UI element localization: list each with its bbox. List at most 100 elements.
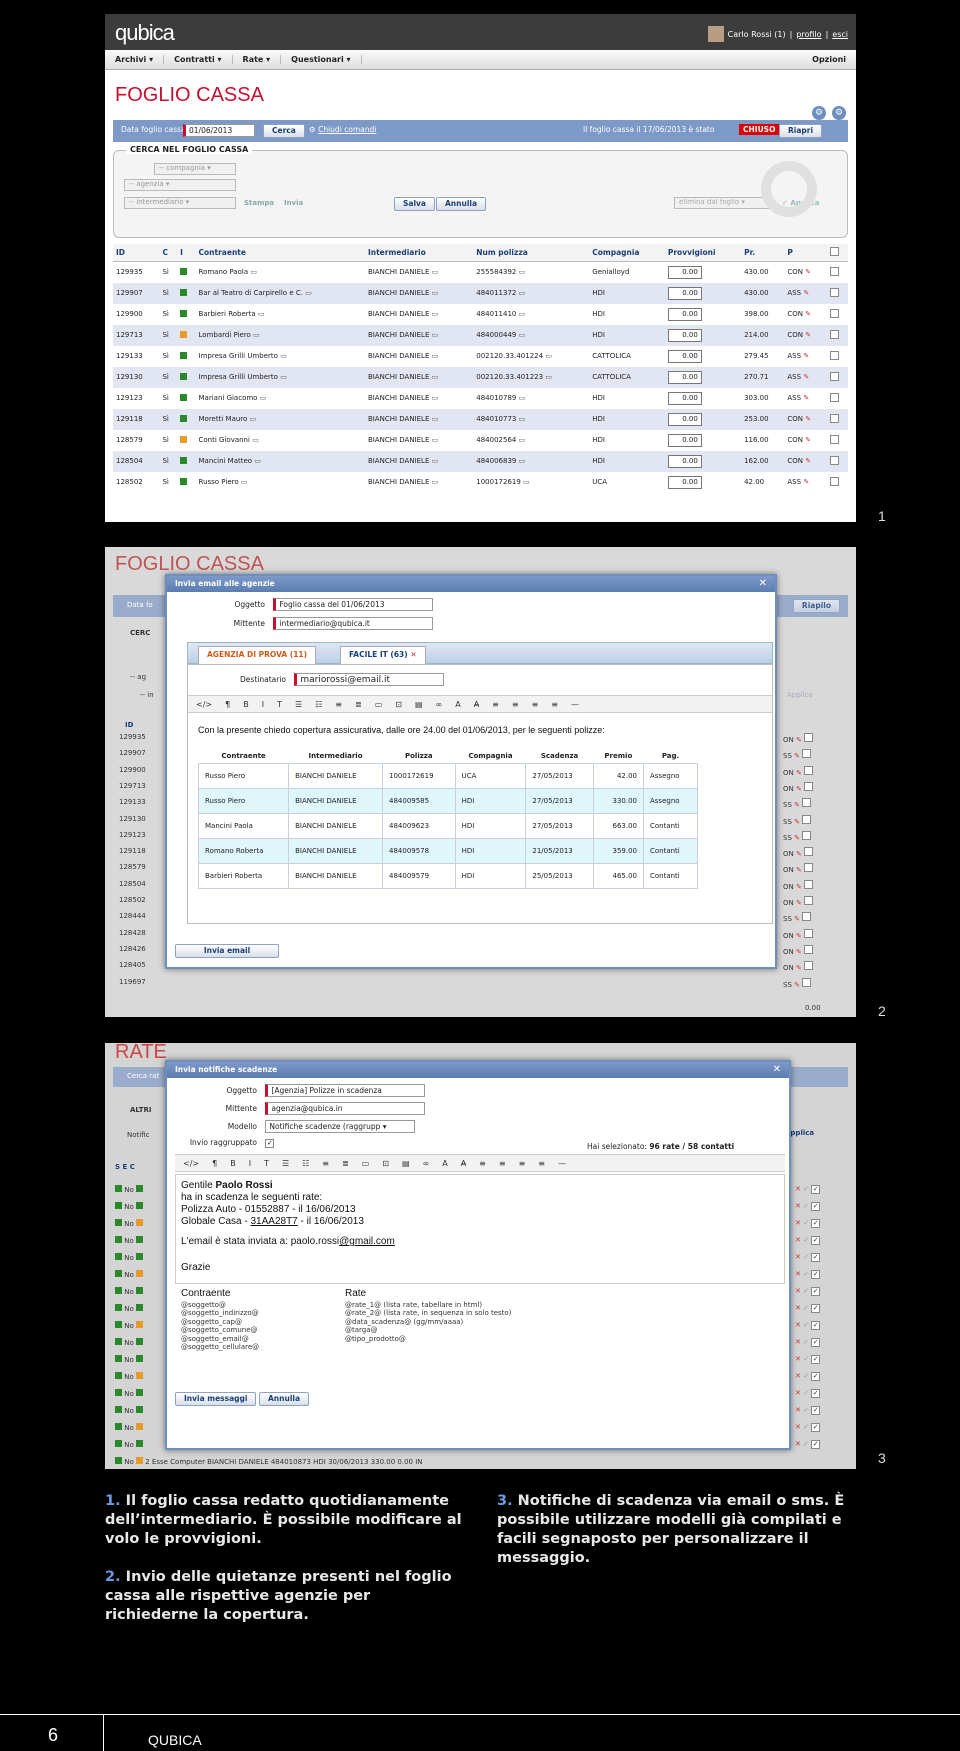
toolbar-button[interactable]: ⊡ bbox=[382, 1159, 389, 1168]
mittente-input[interactable]: agenzia@qubica.in bbox=[265, 1102, 426, 1115]
toolbar-button[interactable]: A̶ bbox=[461, 1159, 466, 1168]
close-icon[interactable]: ✕ bbox=[759, 578, 767, 589]
col-c[interactable]: C bbox=[159, 244, 178, 262]
mittente-input[interactable]: intermediario@qubica.it bbox=[273, 617, 434, 630]
cell-intermediario[interactable]: BIANCHI DANIELE ▭ bbox=[365, 262, 473, 283]
toolbar-button[interactable]: ≡ bbox=[551, 700, 558, 709]
toolbar-button[interactable]: ≡ bbox=[322, 1159, 329, 1168]
placeholder-item[interactable]: @soggetto_cellulare@ bbox=[181, 1343, 259, 1352]
menu-questionari[interactable]: Questionari ▾ bbox=[281, 55, 362, 64]
placeholder-item[interactable]: @soggetto_cap@ bbox=[181, 1318, 259, 1327]
toolbar-button[interactable]: I bbox=[262, 700, 264, 709]
chiudi-comandi-link[interactable]: ⚙ Chiudi comandi bbox=[309, 125, 376, 134]
cell-provvigioni[interactable]: 0.00 bbox=[664, 450, 742, 472]
toolbar-button[interactable]: ≡ bbox=[492, 700, 499, 709]
cell-contraente[interactable]: Lombardi Piero ▭ bbox=[195, 324, 365, 346]
col-pr[interactable]: Pr. bbox=[741, 244, 785, 262]
toolbar-button[interactable]: ▭ bbox=[375, 700, 383, 709]
cell-select[interactable] bbox=[826, 450, 848, 472]
cell-contraente[interactable]: Mariani Giacomo ▭ bbox=[196, 388, 365, 409]
toolbar-button[interactable]: — bbox=[571, 700, 579, 709]
invia-email-button[interactable]: Invia email bbox=[175, 944, 279, 958]
col-select-all[interactable] bbox=[826, 244, 848, 262]
cell-intermediario[interactable]: BIANCHI DANIELE ▭ bbox=[365, 430, 473, 451]
table-row[interactable]: 129900 Sì Barbieri Roberta ▭ BIANCHI DANIEL… bbox=[113, 304, 848, 325]
cell-provvigioni[interactable]: 0.00 bbox=[664, 324, 742, 346]
cell-select[interactable] bbox=[827, 472, 848, 493]
cell-intermediario[interactable]: BIANCHI DANIELE ▭ bbox=[365, 388, 473, 409]
toolbar-button[interactable]: ≡ bbox=[335, 700, 342, 709]
placeholder-item[interactable]: @rate_1@ (lista rate, tabellare in html) bbox=[345, 1301, 511, 1310]
toolbar-button[interactable]: I bbox=[249, 1159, 251, 1168]
cell-polizza[interactable]: 002120.33.401224 ▭ bbox=[473, 346, 589, 367]
cell-polizza[interactable]: 484006839 ▭ bbox=[473, 450, 590, 472]
toolbar-button[interactable]: T bbox=[264, 1159, 269, 1168]
toolbar-button[interactable]: </> bbox=[196, 700, 212, 709]
toolbar-button[interactable]: ≣ bbox=[355, 700, 362, 709]
oggetto-input[interactable]: Foglio cassa del 01/06/2013 bbox=[273, 598, 434, 611]
placeholder-item[interactable]: @targa@ bbox=[345, 1326, 511, 1335]
toolbar-button[interactable]: ⊡ bbox=[395, 700, 402, 709]
cell-contraente[interactable]: Bar al Teatro di Carpirello e C. ▭ bbox=[195, 282, 365, 304]
riapri-button[interactable]: Riapri bbox=[779, 124, 823, 138]
col-compagnia[interactable]: Compagnia bbox=[589, 244, 665, 262]
toolbar-button[interactable]: ≣ bbox=[342, 1159, 349, 1168]
cell-select[interactable] bbox=[826, 408, 848, 430]
cell-select[interactable] bbox=[827, 430, 848, 451]
toolbar-button[interactable]: A bbox=[442, 1159, 447, 1168]
cell-polizza[interactable]: 484011410 ▭ bbox=[473, 304, 589, 325]
menu-contratti[interactable]: Contratti ▾ bbox=[164, 55, 233, 64]
toolbar-button[interactable]: ≡ bbox=[479, 1159, 486, 1168]
col-num-polizza[interactable]: Num polizza bbox=[473, 244, 590, 262]
placeholder-item[interactable]: @soggetto_email@ bbox=[181, 1335, 259, 1344]
salva-button[interactable]: Salva bbox=[394, 197, 435, 211]
table-row[interactable]: 128579 Sì Conti Giovanni ▭ BIANCHI DANIELE … bbox=[113, 430, 848, 451]
toolbar-button[interactable]: ∞ bbox=[423, 1159, 430, 1168]
destinatario-input[interactable]: mariorossi@email.it bbox=[294, 673, 445, 686]
oggetto-input[interactable]: [Agenzia] Polizze in scadenza bbox=[265, 1084, 426, 1097]
toolbar-button[interactable]: ¶ bbox=[212, 1159, 217, 1168]
cell-polizza[interactable]: 002120.33.401223 ▭ bbox=[473, 366, 590, 388]
placeholder-item[interactable]: @data_scadenza@ (gg/mm/aaaa) bbox=[345, 1318, 511, 1327]
avatar[interactable] bbox=[707, 26, 724, 42]
col-intermediario[interactable]: Intermediario bbox=[364, 244, 474, 262]
cell-contraente[interactable]: Romano Paola ▭ bbox=[196, 262, 365, 283]
cell-intermediario[interactable]: BIANCHI DANIELE ▭ bbox=[365, 304, 473, 325]
menu-archivi[interactable]: Archivi ▾ bbox=[105, 55, 165, 64]
cell-intermediario[interactable]: BIANCHI DANIELE ▭ bbox=[364, 366, 474, 388]
cell-polizza[interactable]: 484000449 ▭ bbox=[473, 324, 590, 346]
placeholder-item[interactable]: @rate_2@ (lista rate, in sequenza in sol… bbox=[345, 1309, 511, 1318]
annulla-button[interactable]: Annulla bbox=[259, 1392, 310, 1406]
table-row[interactable]: 129118 Sì Moretti Mauro ▭ BIANCHI DANIELE ▭… bbox=[113, 408, 848, 430]
toolbar-button[interactable]: ▤ bbox=[402, 1159, 410, 1168]
settings-icon[interactable]: ⚙ bbox=[832, 106, 846, 120]
cell-contraente[interactable]: Barbieri Roberta ▭ bbox=[196, 304, 365, 325]
toolbar-button[interactable]: ≡ bbox=[532, 700, 539, 709]
cell-contraente[interactable]: Mancini Matteo ▭ bbox=[195, 450, 365, 472]
cell-intermediario[interactable]: BIANCHI DANIELE ▭ bbox=[364, 450, 474, 472]
toolbar-button[interactable]: </> bbox=[183, 1159, 199, 1168]
cell-polizza[interactable]: 484011372 ▭ bbox=[473, 282, 590, 304]
cell-contraente[interactable]: Impresa Grilli Umberto ▭ bbox=[195, 366, 365, 388]
esci-link[interactable]: esci bbox=[832, 30, 848, 39]
table-row[interactable]: 129130 Sì Impresa Grilli Umberto ▭ BIANCHI … bbox=[113, 366, 848, 388]
toolbar-button[interactable]: T bbox=[277, 700, 282, 709]
modello-select[interactable]: Notifiche scadenze (raggrupp ▾ bbox=[265, 1120, 416, 1133]
tab-facile-it[interactable]: FACILE IT (63) ✕ bbox=[340, 646, 426, 665]
cell-provvigioni[interactable]: 0.00 bbox=[665, 472, 741, 493]
placeholder-item[interactable]: @soggetto_indirizzo@ bbox=[181, 1309, 259, 1318]
toolbar-button[interactable]: ▤ bbox=[415, 700, 423, 709]
toolbar-button[interactable]: ≡ bbox=[538, 1159, 545, 1168]
menu-rate[interactable]: Rate ▾ bbox=[233, 55, 282, 64]
print-icon[interactable]: ⚙ bbox=[812, 106, 826, 120]
compagnia-select[interactable]: -- compagnia ▾ bbox=[154, 163, 236, 175]
toolbar-button[interactable]: ∞ bbox=[436, 700, 443, 709]
cell-contraente[interactable]: Conti Giovanni ▭ bbox=[196, 430, 365, 451]
cell-intermediario[interactable]: BIANCHI DANIELE ▭ bbox=[365, 472, 473, 493]
profilo-link[interactable]: profilo bbox=[796, 30, 821, 39]
intermediario-select[interactable]: -- intermediario ▾ bbox=[124, 197, 236, 209]
placeholder-item[interactable]: @soggetto@ bbox=[181, 1301, 259, 1310]
toolbar-button[interactable]: ≡ bbox=[499, 1159, 506, 1168]
cell-provvigioni[interactable]: 0.00 bbox=[664, 366, 742, 388]
invia-messaggi-button[interactable]: Invia messaggi bbox=[175, 1392, 257, 1406]
